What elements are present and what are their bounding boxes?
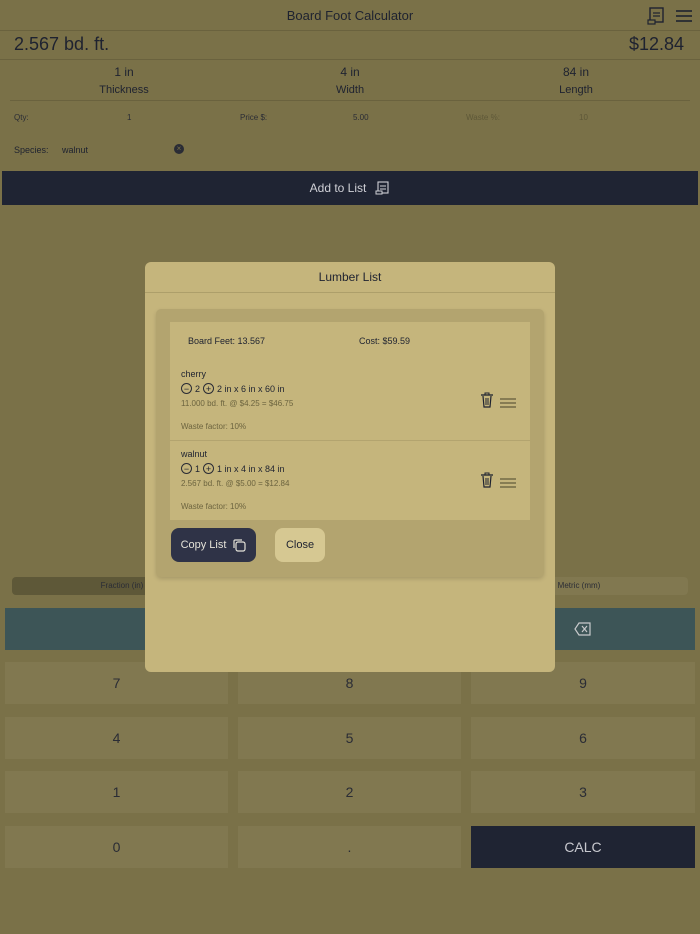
item-waste: Waste factor: 10% (181, 502, 247, 511)
item-qty: 2 (195, 383, 201, 394)
qty-input[interactable]: 1 (127, 113, 131, 122)
board-feet-result: 2.567 bd. ft. (14, 34, 110, 54)
key-6[interactable]: 6 (471, 717, 695, 759)
divider (10, 100, 690, 101)
clear-species-icon[interactable]: × (174, 144, 184, 154)
increment-icon[interactable]: + (203, 463, 215, 474)
app-title: Board Foot Calculator (286, 8, 414, 23)
item-calc: 2.567 bd. ft. @ $5.00 = $12.84 (181, 479, 290, 488)
list-item: − 2 + 2 in x 6 in x 60 in (181, 383, 285, 394)
price-label: Price $: (240, 113, 268, 122)
modal-content: Board Feet: 13.567 Cost: $59.59 cherry −… (156, 309, 544, 577)
item-species: walnut (181, 449, 208, 459)
decrement-icon[interactable]: − (181, 463, 192, 474)
lumber-list-modal: Lumber List Board Feet: 13.567 Cost: $59… (145, 262, 555, 672)
length-label: Length (559, 84, 593, 96)
list-icon[interactable] (646, 5, 668, 27)
total-board-feet: Board Feet: 13.567 (188, 336, 266, 346)
calc-button[interactable]: CALC (471, 826, 695, 868)
menu-icon[interactable] (673, 5, 695, 27)
item-waste: Waste factor: 10% (181, 422, 247, 431)
drag-handle-icon[interactable] (499, 395, 517, 413)
cost-result: $12.84 (628, 34, 684, 54)
modal-title: Lumber List (145, 262, 555, 293)
list-item: − 1 + 1 in x 4 in x 84 in (181, 463, 285, 474)
add-to-list-button[interactable]: Add to List (2, 171, 698, 205)
copy-list-label: Copy List (180, 539, 227, 551)
width-value[interactable]: 4 in (235, 65, 465, 79)
item-dimensions: 2 in x 6 in x 60 in (217, 383, 285, 394)
thickness-value[interactable]: 1 in (9, 65, 239, 79)
add-to-list-label: Add to List (309, 181, 367, 195)
key-3[interactable]: 3 (471, 771, 695, 813)
width-label: Width (335, 84, 365, 96)
key-2[interactable]: 2 (238, 771, 461, 813)
list-add-icon (375, 181, 389, 195)
key-4[interactable]: 4 (5, 717, 228, 759)
species-input[interactable]: walnut (62, 145, 88, 155)
item-qty: 1 (195, 463, 201, 474)
total-cost: Cost: $59.59 (359, 336, 411, 346)
copy-list-button[interactable]: Copy List (171, 528, 256, 562)
key-0[interactable]: 0 (5, 826, 228, 868)
key-decimal[interactable]: . (238, 826, 461, 868)
drag-handle-icon[interactable] (499, 475, 517, 493)
key-1[interactable]: 1 (5, 771, 228, 813)
divider (170, 440, 530, 441)
item-calc: 11.000 bd. ft. @ $4.25 = $46.75 (181, 399, 294, 408)
trash-icon[interactable] (480, 392, 494, 413)
item-species: cherry (181, 369, 207, 379)
lumber-list: Board Feet: 13.567 Cost: $59.59 cherry −… (170, 322, 530, 520)
waste-input[interactable]: 10 (579, 113, 588, 122)
qty-label: Qty: (14, 113, 29, 122)
item-dimensions: 1 in x 4 in x 84 in (217, 463, 285, 474)
length-value[interactable]: 84 in (461, 65, 691, 79)
backspace-icon[interactable] (574, 622, 592, 641)
thickness-label: Thickness (99, 84, 149, 96)
price-input[interactable]: 5.00 (353, 113, 369, 122)
close-button[interactable]: Close (275, 528, 325, 562)
decrement-icon[interactable]: − (181, 383, 192, 394)
increment-icon[interactable]: + (203, 383, 215, 394)
waste-label: Waste %: (466, 113, 500, 122)
key-5[interactable]: 5 (238, 717, 461, 759)
copy-icon (233, 539, 247, 552)
species-label: Species: (14, 145, 49, 155)
trash-icon[interactable] (480, 472, 494, 493)
